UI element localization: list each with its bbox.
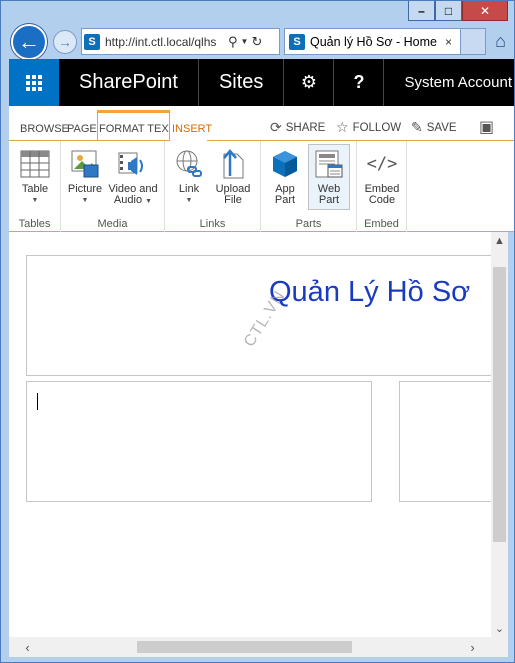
chevron-down-icon: ▼ xyxy=(185,197,193,204)
navigation-bar: ← → S http://int.ctl.local/qlhs ⚲ ▼ ↻ S … xyxy=(9,23,508,60)
save-edit-icon: ✎ xyxy=(411,119,423,135)
scroll-up-icon[interactable]: ▲ xyxy=(491,232,508,249)
vertical-scroll-thumb[interactable] xyxy=(493,267,506,542)
scroll-down-icon[interactable]: ⌄ xyxy=(491,620,508,637)
ribbon-tab-bar: BROWSE PAGE FORMAT TEXT INSERT ⟳ SHARE ☆… xyxy=(9,106,514,142)
follow-label: FOLLOW xyxy=(352,121,402,134)
follow-button[interactable]: ☆ FOLLOW xyxy=(336,119,401,136)
ribbon-group-parts: App Part Web Part Parts xyxy=(261,141,357,232)
share-label: SHARE xyxy=(285,121,326,134)
vertical-scrollbar[interactable]: ▲ ⌄ xyxy=(491,232,508,637)
new-tab-button[interactable] xyxy=(461,28,486,55)
ribbon-group-media: Picture ▼ Video and Audio ▼ Media xyxy=(61,141,165,232)
ribbon-group-tables: Table ▼ Tables xyxy=(9,141,61,232)
picture-button[interactable]: Picture ▼ xyxy=(67,148,103,206)
horizontal-scrollbar[interactable]: ‹ › xyxy=(9,637,491,657)
tab-format-text[interactable]: FORMAT TEXT xyxy=(99,123,175,135)
chevron-down-icon: ▼ xyxy=(145,198,153,205)
embed-code-button[interactable]: </> Embed Code xyxy=(362,148,402,206)
home-icon[interactable]: ⌂ xyxy=(495,31,506,52)
watermark: CTL.VN xyxy=(241,287,289,351)
sharepoint-favicon-icon: S xyxy=(289,33,305,50)
minimize-button[interactable]: – xyxy=(408,1,435,21)
focus-on-content-icon[interactable]: ▣ xyxy=(479,117,498,137)
video-audio-icon xyxy=(117,148,149,180)
ribbon-group-links: Link ▼ Upload File Links xyxy=(165,141,261,232)
sharepoint-favicon-icon: S xyxy=(84,33,100,50)
scroll-right-icon[interactable]: › xyxy=(464,637,481,657)
tab-page[interactable]: PAGE xyxy=(67,123,97,135)
web-part-button[interactable]: Web Part xyxy=(308,144,350,210)
save-button[interactable]: ✎ SAVE xyxy=(411,119,457,136)
forward-arrow-icon[interactable]: → xyxy=(53,30,77,54)
tab-browse[interactable]: BROWSE xyxy=(20,123,69,135)
browser-tab-active[interactable]: S Quản lý Hồ Sơ - Home × xyxy=(284,28,461,55)
app-part-button[interactable]: App Part xyxy=(267,148,303,206)
group-label-links: Links xyxy=(199,218,226,230)
table-button[interactable]: Table ▼ xyxy=(17,148,53,206)
horizontal-scroll-thumb[interactable] xyxy=(137,641,352,653)
address-text[interactable]: http://int.ctl.local/qlhs xyxy=(105,35,225,49)
picture-label: Picture xyxy=(67,183,103,195)
close-button[interactable]: ✕ xyxy=(462,1,508,21)
chevron-down-icon: ▼ xyxy=(31,197,39,204)
group-label-media: Media xyxy=(97,218,128,230)
browser-window: – □ ✕ ← → S http://int.ctl.local/qlhs ⚲ … xyxy=(0,0,515,663)
text-cursor xyxy=(37,393,38,410)
gear-icon[interactable]: ⚙ xyxy=(284,59,335,106)
window-controls: – □ ✕ xyxy=(408,1,508,22)
video-audio-label-2: Audio xyxy=(113,194,143,206)
upload-icon xyxy=(217,148,249,180)
title-zone[interactable]: Quản Lý Hồ Sơ CTL.VN xyxy=(26,255,491,376)
ribbon-group-embed: </> Embed Code Embed xyxy=(357,141,407,232)
group-label-embed: Embed xyxy=(364,218,399,230)
tab-title: Quản lý Hồ Sơ - Home xyxy=(310,34,437,49)
page-title[interactable]: Quản Lý Hồ Sơ xyxy=(269,276,470,309)
ribbon-insert-panel: Table ▼ Tables Picture ▼ Video and Audio… xyxy=(9,141,514,232)
upload-file-button[interactable]: Upload File xyxy=(213,148,253,206)
scrollbar-corner xyxy=(491,637,508,657)
chevron-down-icon: ▼ xyxy=(81,197,89,204)
share-button[interactable]: ⟳ SHARE xyxy=(270,119,325,136)
link-globe-icon xyxy=(173,148,205,180)
tab-insert[interactable]: INSERT xyxy=(169,110,212,142)
help-icon[interactable]: ? xyxy=(334,59,385,106)
user-menu[interactable]: System Account xyxy=(384,74,512,91)
tab-close-icon[interactable]: × xyxy=(445,35,452,49)
video-audio-button[interactable]: Video and Audio ▼ xyxy=(107,148,159,207)
sites-link[interactable]: Sites xyxy=(199,59,285,106)
save-label: SAVE xyxy=(426,121,457,134)
app-launcher-icon[interactable] xyxy=(9,59,59,106)
embed-label-2: Code xyxy=(368,194,396,206)
picture-icon xyxy=(69,148,101,180)
link-button[interactable]: Link ▼ xyxy=(171,148,207,206)
embed-code-icon: </> xyxy=(366,153,398,174)
dropdown-icon[interactable]: ▼ xyxy=(241,37,249,46)
table-label: Table xyxy=(21,183,49,195)
scroll-left-icon[interactable]: ‹ xyxy=(19,637,36,657)
sharepoint-brand[interactable]: SharePoint xyxy=(59,59,199,106)
group-label-parts: Parts xyxy=(295,218,322,230)
link-label: Link xyxy=(178,183,200,195)
refresh-icon[interactable]: ↻ xyxy=(251,34,262,50)
group-label-tables: Tables xyxy=(18,218,51,230)
web-part-label-2: Part xyxy=(318,194,340,206)
table-icon xyxy=(19,148,51,180)
upload-label-2: File xyxy=(224,194,242,206)
content-zone-left[interactable] xyxy=(26,381,372,502)
suite-bar: SharePoint Sites ⚙ ? System Account xyxy=(9,59,514,106)
back-arrow-icon[interactable]: ← xyxy=(11,24,47,60)
content-zone-right[interactable] xyxy=(399,381,491,502)
maximize-button[interactable]: □ xyxy=(435,1,462,21)
app-part-label-2: Part xyxy=(274,194,296,206)
app-part-icon xyxy=(269,148,301,180)
share-icon: ⟳ xyxy=(270,119,282,135)
star-icon: ☆ xyxy=(336,119,349,135)
web-part-icon xyxy=(313,148,345,180)
address-bar[interactable]: S http://int.ctl.local/qlhs ⚲ ▼ ↻ xyxy=(81,28,280,55)
page-content: Quản Lý Hồ Sơ CTL.VN xyxy=(9,232,491,637)
search-icon[interactable]: ⚲ xyxy=(228,34,238,50)
